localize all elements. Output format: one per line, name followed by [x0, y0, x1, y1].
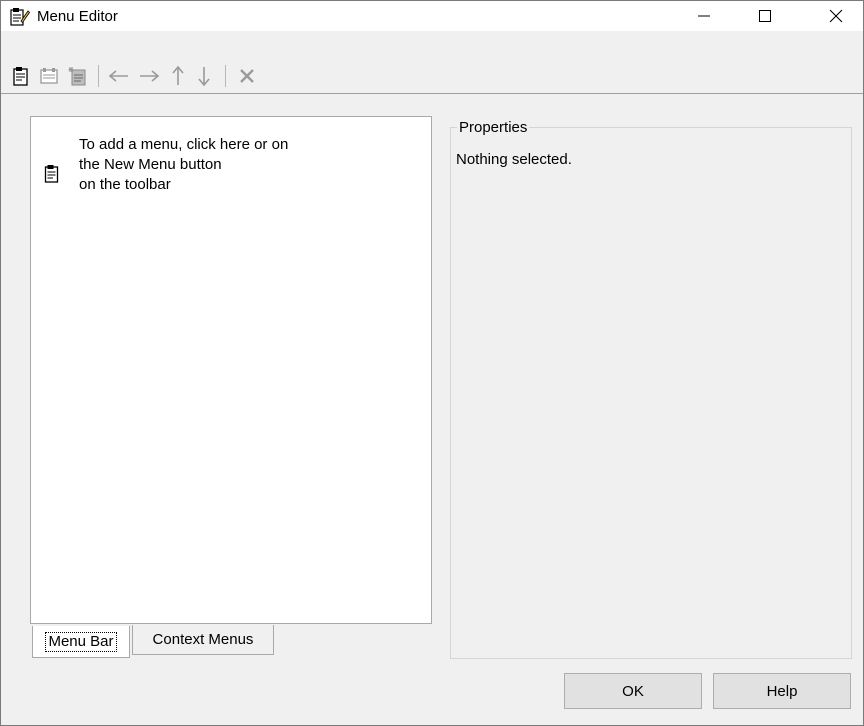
properties-status: Nothing selected. — [456, 151, 572, 168]
title-bar[interactable]: Menu Editor — [1, 1, 863, 31]
move-down-button[interactable] — [193, 64, 215, 88]
add-menu-hint[interactable]: To add a menu, click here or on the New … — [79, 135, 288, 195]
arrow-left-icon — [108, 70, 128, 82]
minimize-button[interactable] — [681, 1, 727, 31]
maximize-icon — [759, 10, 771, 22]
new-menu-item-icon — [40, 68, 58, 84]
toolbar — [1, 31, 863, 93]
tab-context-menus[interactable]: Context Menus — [132, 625, 274, 655]
tab-label: Context Menus — [152, 631, 254, 648]
move-left-button[interactable] — [108, 64, 130, 88]
delete-icon — [240, 69, 254, 83]
move-right-button[interactable] — [138, 64, 160, 88]
tab-label: Menu Bar — [45, 631, 117, 652]
delete-button[interactable] — [236, 64, 258, 88]
arrow-down-icon — [198, 67, 210, 87]
properties-group — [450, 127, 852, 659]
toolbar-separator — [98, 65, 99, 87]
arrow-up-icon — [172, 65, 184, 85]
menu-editor-app-icon — [10, 7, 31, 27]
arrow-right-icon — [140, 70, 160, 82]
properties-legend: Properties — [457, 119, 530, 136]
new-menu-icon — [44, 164, 60, 184]
menu-tree-panel[interactable]: To add a menu, click here or on the New … — [30, 116, 432, 624]
new-menu-icon — [13, 67, 28, 86]
move-up-button[interactable] — [167, 64, 189, 88]
new-menu-item-button[interactable] — [38, 64, 60, 88]
new-context-menu-button[interactable] — [66, 64, 88, 88]
toolbar-separator — [225, 65, 226, 87]
new-menu-button[interactable] — [10, 64, 32, 88]
new-context-menu-icon — [68, 67, 86, 86]
tab-menu-bar[interactable]: Menu Bar — [32, 626, 130, 658]
minimize-icon — [698, 15, 710, 17]
toolbar-divider — [1, 93, 863, 94]
close-button[interactable] — [813, 1, 859, 31]
ok-button[interactable]: OK — [564, 673, 702, 709]
close-icon — [829, 9, 843, 23]
window-title: Menu Editor — [37, 8, 118, 25]
help-button[interactable]: Help — [713, 673, 851, 709]
menu-editor-window: Menu Editor To add a menu, click here or… — [0, 0, 864, 726]
maximize-button[interactable] — [742, 1, 788, 31]
